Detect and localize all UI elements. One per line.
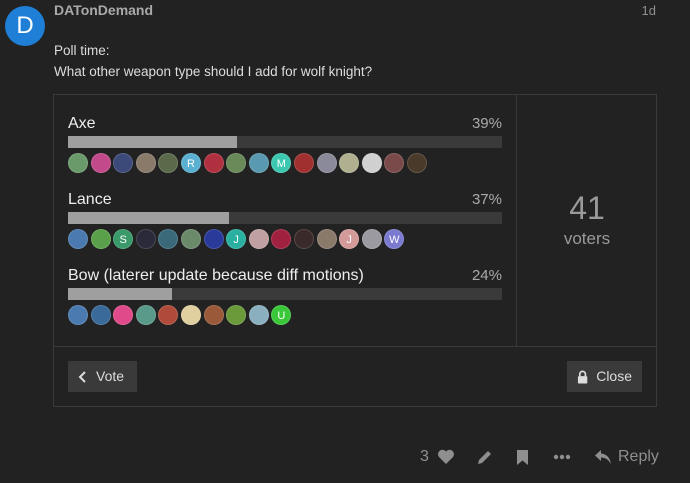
option-name: Axe <box>68 115 96 132</box>
option-bar <box>68 212 502 224</box>
post-line-1: Poll time: <box>54 43 110 58</box>
voter-avatar[interactable] <box>293 229 314 249</box>
like-count[interactable]: 3 <box>420 446 429 468</box>
close-button-label: Close <box>596 368 632 384</box>
voter-avatar[interactable] <box>90 305 111 325</box>
voter-avatars: RM <box>68 153 430 175</box>
option-name: Bow (laterer update because diff motions… <box>68 267 364 284</box>
ellipsis-icon <box>553 454 571 460</box>
lock-icon <box>577 370 588 384</box>
voter-avatar[interactable] <box>180 229 201 249</box>
post-line-2: What other weapon type should I add for … <box>54 64 373 79</box>
voter-avatar[interactable] <box>68 229 88 249</box>
poll: Axe 39% RM Lance 37% SJJW Bow (laterer u… <box>53 94 657 407</box>
option-name: Lance <box>68 191 112 208</box>
voter-avatar[interactable] <box>158 153 179 173</box>
voter-avatars: SJJW <box>68 229 407 251</box>
poll-results: Axe 39% RM Lance 37% SJJW Bow (laterer u… <box>54 95 517 347</box>
voter-avatar[interactable] <box>248 153 269 173</box>
voter-avatar[interactable] <box>203 153 224 173</box>
voter-avatar[interactable] <box>406 153 427 173</box>
voter-avatar[interactable] <box>226 153 247 173</box>
post-actions: 3 Reply <box>0 446 690 468</box>
chevron-left-icon <box>78 370 86 383</box>
voter-avatar[interactable] <box>293 153 314 173</box>
option-bar-fill <box>68 212 229 224</box>
voter-avatar[interactable] <box>316 229 337 249</box>
voter-avatar[interactable] <box>158 229 179 249</box>
voter-avatar[interactable]: M <box>271 153 292 173</box>
post-avatar[interactable]: D <box>5 6 45 46</box>
voter-avatar[interactable]: R <box>180 153 201 173</box>
voter-avatar[interactable] <box>203 229 224 249</box>
voter-avatar[interactable] <box>68 305 88 325</box>
voter-avatar[interactable] <box>226 305 247 325</box>
voter-avatar[interactable]: J <box>339 229 360 249</box>
poll-info: 41 voters <box>517 95 657 347</box>
voter-avatar[interactable] <box>203 305 224 325</box>
reply-label: Reply <box>618 448 659 465</box>
voter-avatar[interactable] <box>158 305 179 325</box>
voter-avatar[interactable] <box>248 229 269 249</box>
option-bar-fill <box>68 288 173 300</box>
voter-avatar[interactable] <box>113 305 134 325</box>
voter-avatar[interactable] <box>180 305 201 325</box>
voter-avatars: U <box>68 305 294 327</box>
voter-avatar[interactable] <box>248 305 269 325</box>
like-button[interactable] <box>437 446 455 468</box>
bookmark-icon <box>517 449 528 465</box>
voter-avatar[interactable] <box>90 153 111 173</box>
voter-avatar[interactable] <box>339 153 360 173</box>
voter-avatar[interactable] <box>361 153 382 173</box>
voter-avatar[interactable] <box>113 153 134 173</box>
vote-button-label: Vote <box>96 368 125 384</box>
voters-label: voters <box>563 229 611 248</box>
voter-avatar[interactable] <box>68 153 88 173</box>
option-percent: 39% <box>471 115 502 132</box>
username[interactable]: DATonDemand <box>54 2 153 18</box>
option-percent: 24% <box>471 267 502 284</box>
post-date[interactable]: 1d <box>642 3 656 18</box>
pencil-icon <box>478 450 491 464</box>
voter-avatar[interactable] <box>135 153 156 173</box>
voter-avatar[interactable] <box>271 229 292 249</box>
reply-button[interactable]: Reply <box>594 446 659 468</box>
voters-count: 41 <box>569 190 605 226</box>
voter-avatar[interactable] <box>90 229 111 249</box>
voter-avatar[interactable] <box>361 229 382 249</box>
option-bar <box>68 288 502 300</box>
voter-avatar[interactable]: W <box>384 229 405 249</box>
reply-icon <box>595 450 611 464</box>
voter-avatar[interactable]: S <box>113 229 134 249</box>
post-body: Poll time: What other weapon type should… <box>54 40 372 82</box>
voter-avatar[interactable] <box>316 153 337 173</box>
voter-avatar[interactable]: J <box>226 229 247 249</box>
heart-icon <box>438 449 454 464</box>
bookmark-button[interactable] <box>516 446 529 468</box>
voter-avatar[interactable] <box>384 153 405 173</box>
voter-avatar[interactable]: U <box>271 305 292 325</box>
more-button[interactable] <box>553 446 571 468</box>
vote-button[interactable]: Vote <box>68 361 137 392</box>
voter-avatar[interactable] <box>135 229 156 249</box>
option-percent: 37% <box>471 191 502 208</box>
option-bar-fill <box>68 136 238 148</box>
voter-avatar[interactable] <box>135 305 156 325</box>
edit-button[interactable] <box>476 446 493 468</box>
close-button[interactable]: Close <box>567 361 642 392</box>
option-bar <box>68 136 502 148</box>
